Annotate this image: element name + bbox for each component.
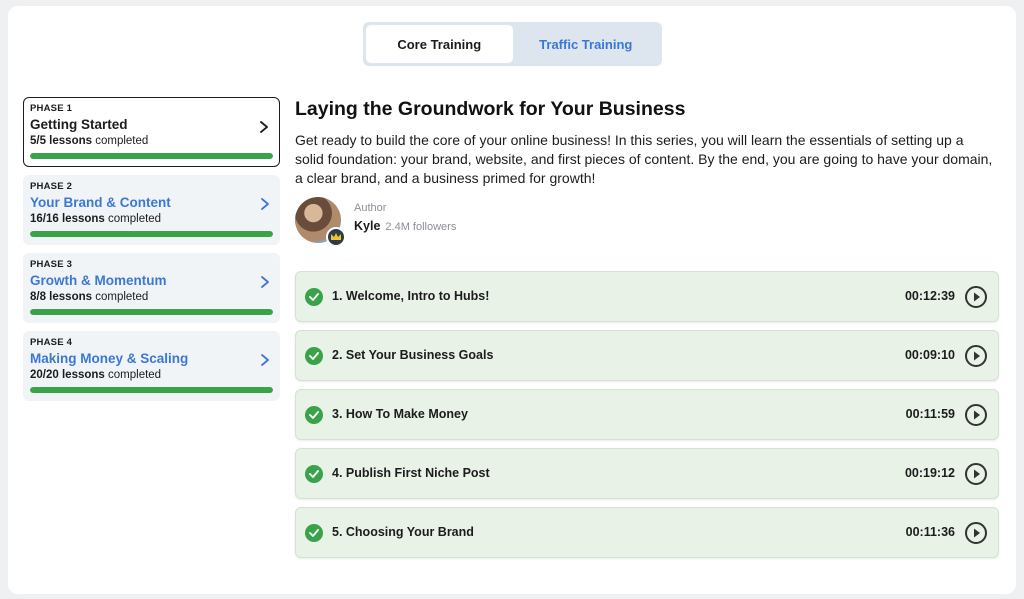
lesson-list: 1. Welcome, Intro to Hubs! 00:12:39 2. S…: [295, 271, 999, 558]
lesson-duration: 00:19:12: [904, 466, 955, 480]
phase-progress-fill: [30, 231, 273, 237]
lesson-title: 2. Set Your Business Goals: [332, 348, 494, 362]
phase-title: Growth & Momentum: [30, 273, 167, 288]
author-label: Author: [354, 202, 387, 214]
phase-progress-bar: [30, 309, 273, 315]
phase-progress-fill: [30, 309, 273, 315]
list-item[interactable]: 5. Choosing Your Brand 00:11:36: [295, 507, 999, 558]
list-item[interactable]: 3. How To Make Money 00:11:59: [295, 389, 999, 440]
lesson-duration: 00:09:10: [904, 348, 955, 362]
check-circle-icon: [305, 288, 323, 306]
lesson-duration: 00:11:59: [905, 407, 955, 421]
chevron-right-icon: [261, 354, 269, 366]
phase-title: Making Money & Scaling: [30, 351, 189, 366]
check-circle-icon: [305, 347, 323, 365]
lesson-duration: 00:11:36: [905, 525, 955, 539]
phase-title: Getting Started: [30, 117, 128, 132]
play-circle-icon[interactable]: [964, 344, 988, 368]
chevron-right-icon: [261, 198, 269, 210]
phase-progress-bar: [30, 231, 273, 237]
tab-traffic-training[interactable]: Traffic Training: [513, 25, 660, 63]
training-tabs: Core Training Traffic Training: [363, 22, 662, 66]
list-item[interactable]: 1. Welcome, Intro to Hubs! 00:12:39: [295, 271, 999, 322]
sidebar-item-phase-2[interactable]: PHASE 2 Your Brand & Content 16/16 lesso…: [23, 175, 280, 245]
phase-label: PHASE 4: [30, 337, 73, 348]
list-item[interactable]: 2. Set Your Business Goals 00:09:10: [295, 330, 999, 381]
play-circle-icon[interactable]: [964, 462, 988, 486]
phase-progress-text: 20/20 lessons completed: [30, 369, 162, 381]
phase-title: Your Brand & Content: [30, 195, 171, 210]
author-name[interactable]: Kyle 2.4M followers: [354, 219, 456, 233]
content-card: Core Training Traffic Training PHASE 1 G…: [8, 6, 1016, 594]
phase-label: PHASE 3: [30, 259, 73, 270]
lesson-title: 3. How To Make Money: [332, 407, 468, 421]
sidebar-item-phase-1[interactable]: PHASE 1 Getting Started 5/5 lessons comp…: [23, 97, 280, 167]
chevron-right-icon: [261, 276, 269, 288]
author-name-text: Kyle: [354, 219, 381, 233]
phase-progress-fill: [30, 153, 273, 159]
check-circle-icon: [305, 465, 323, 483]
series-main: Laying the Groundwork for Your Business …: [295, 98, 999, 566]
phase-progress-bar: [30, 387, 273, 393]
series-description: Get ready to build the core of your onli…: [295, 132, 993, 186]
lesson-title: 4. Publish First Niche Post: [332, 466, 490, 480]
check-circle-icon: [305, 406, 323, 424]
sidebar-item-phase-3[interactable]: PHASE 3 Growth & Momentum 8/8 lessons co…: [23, 253, 280, 323]
lesson-title: 1. Welcome, Intro to Hubs!: [332, 289, 490, 303]
phase-progress-text: 5/5 lessons completed: [30, 135, 149, 147]
chevron-right-icon: [260, 121, 268, 133]
lesson-title: 5. Choosing Your Brand: [332, 525, 474, 539]
phase-progress-fill: [30, 387, 273, 393]
author-block: Author Kyle 2.4M followers: [295, 197, 999, 247]
play-circle-icon[interactable]: [964, 521, 988, 545]
author-followers: 2.4M followers: [385, 221, 457, 233]
sidebar-item-phase-4[interactable]: PHASE 4 Making Money & Scaling 20/20 les…: [23, 331, 280, 401]
play-circle-icon[interactable]: [964, 403, 988, 427]
play-circle-icon[interactable]: [964, 285, 988, 309]
phase-label: PHASE 1: [30, 103, 73, 114]
phase-progress-text: 8/8 lessons completed: [30, 291, 149, 303]
phase-label: PHASE 2: [30, 181, 73, 192]
page-title: Laying the Groundwork for Your Business: [295, 98, 686, 120]
list-item[interactable]: 4. Publish First Niche Post 00:19:12: [295, 448, 999, 499]
tab-core-training[interactable]: Core Training: [366, 25, 513, 63]
check-circle-icon: [305, 524, 323, 542]
phase-progress-text: 16/16 lessons completed: [30, 213, 162, 225]
phase-progress-bar: [30, 153, 273, 159]
phase-sidebar: PHASE 1 Getting Started 5/5 lessons comp…: [23, 97, 280, 409]
lesson-duration: 00:12:39: [904, 289, 955, 303]
crown-icon: [326, 227, 346, 247]
